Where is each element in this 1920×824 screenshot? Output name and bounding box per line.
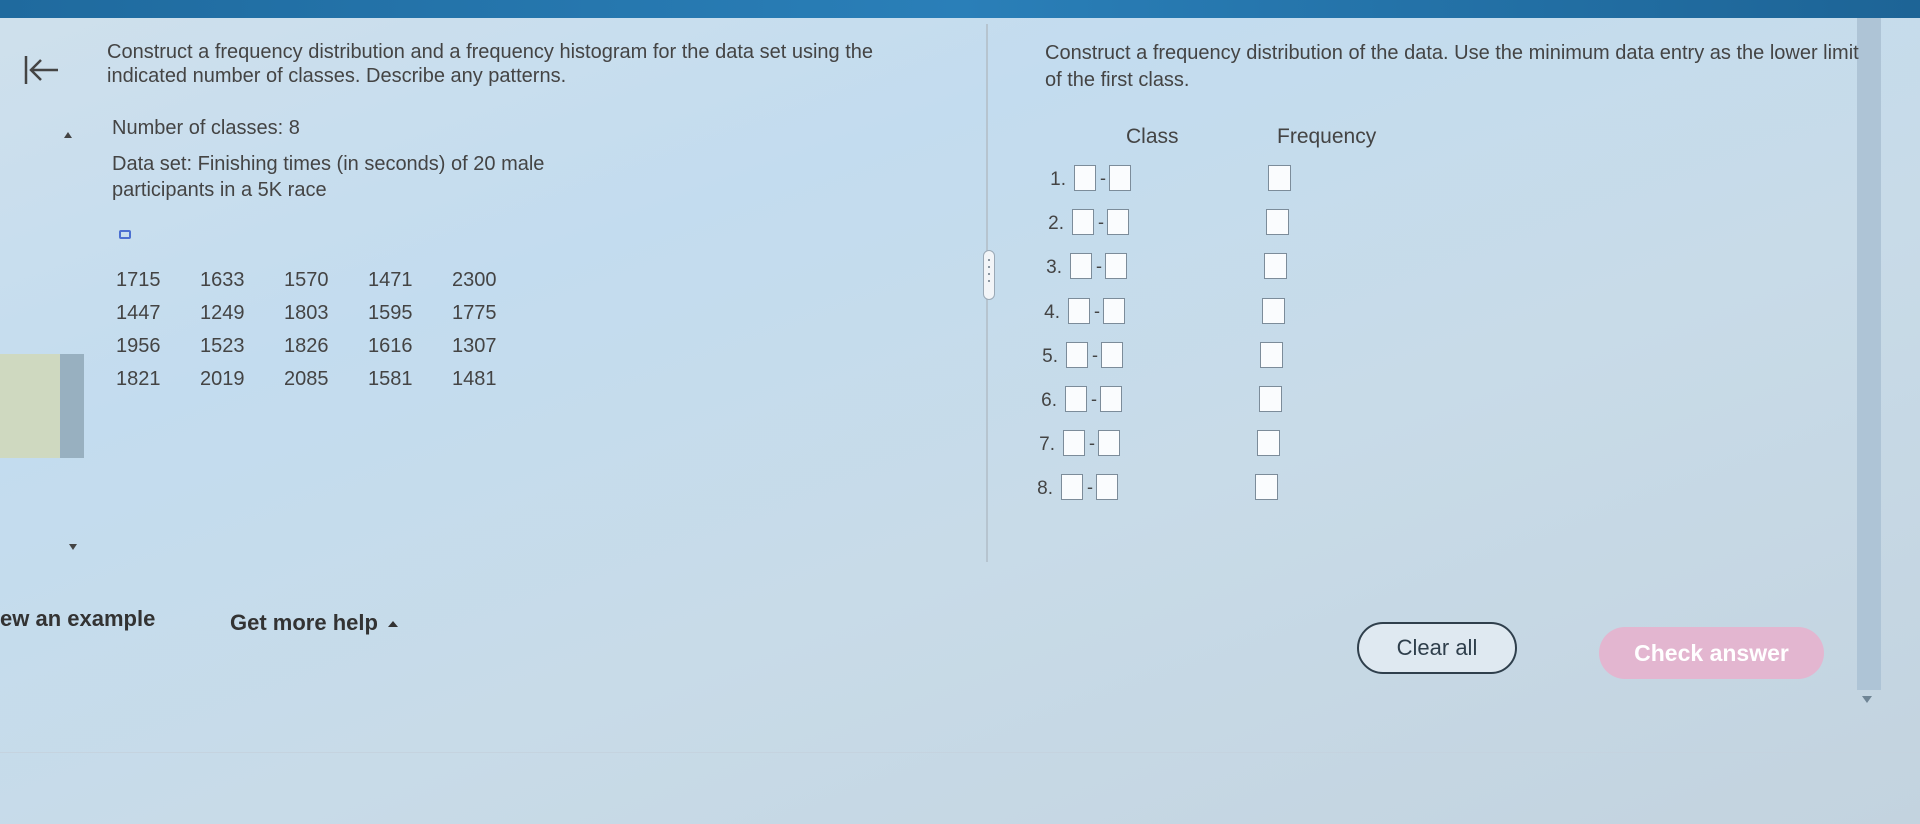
row-number: 5. (1042, 346, 1058, 367)
class-separator: - (1092, 345, 1098, 365)
get-more-help-button[interactable]: Get more help (230, 610, 398, 636)
data-cell: 1249 (200, 302, 245, 324)
table-row: 1821 2019 2085 1581 1481 (116, 363, 536, 396)
data-cell: 1447 (116, 302, 161, 324)
copy-data-icon[interactable] (119, 230, 131, 239)
data-cell: 1581 (368, 368, 413, 390)
class-separator: - (1087, 477, 1093, 497)
table-row: 1715 1633 1570 1471 2300 (116, 264, 536, 297)
data-table: 1715 1633 1570 1471 2300 1447 1249 1803 … (116, 264, 536, 396)
view-example-link[interactable]: ew an example (0, 606, 155, 632)
class-lower-limit-input[interactable] (1061, 474, 1083, 500)
data-cell: 2019 (200, 368, 245, 390)
check-answer-button[interactable]: Check answer (1599, 627, 1824, 679)
class-upper-limit-input[interactable] (1107, 209, 1129, 235)
class-separator: - (1091, 389, 1097, 409)
top-bar (0, 0, 1920, 18)
collapse-down-icon[interactable] (69, 544, 77, 550)
row-number: 3. (1046, 257, 1062, 278)
data-cell: 1826 (284, 335, 329, 357)
data-cell: 1633 (200, 269, 245, 291)
class-upper-limit-input[interactable] (1098, 430, 1120, 456)
data-cell: 1481 (452, 368, 497, 390)
collapse-up-icon[interactable] (64, 132, 72, 138)
table-row: 1956 1523 1826 1616 1307 (116, 330, 536, 363)
data-set-description: Data set: Finishing times (in seconds) o… (112, 153, 545, 201)
data-cell: 1715 (116, 269, 161, 291)
caret-up-icon (387, 621, 398, 627)
class-lower-limit-input[interactable] (1070, 253, 1092, 279)
class-upper-limit-input[interactable] (1100, 386, 1122, 412)
data-cell: 1471 (368, 269, 413, 291)
class-upper-limit-input[interactable] (1109, 165, 1131, 191)
frequency-input[interactable] (1255, 474, 1278, 500)
data-cell: 1821 (116, 368, 161, 390)
side-scroll-thumb[interactable] (60, 354, 84, 458)
clear-all-button[interactable]: Clear all (1357, 622, 1517, 674)
data-cell: 2300 (452, 269, 497, 291)
row-number: 4. (1044, 302, 1060, 323)
page-scrollbar[interactable] (1857, 18, 1881, 690)
get-more-help-label: Get more help (230, 610, 378, 635)
data-cell: 1523 (200, 335, 245, 357)
data-cell: 1956 (116, 335, 161, 357)
footer-divider (0, 752, 1920, 753)
frequency-input[interactable] (1264, 253, 1287, 279)
data-cell: 1595 (368, 302, 413, 324)
side-highlight-band (0, 354, 60, 458)
data-cell: 1307 (452, 335, 497, 357)
column-header-frequency: Frequency (1277, 125, 1377, 148)
back-to-start-icon[interactable] (22, 52, 62, 88)
class-upper-limit-input[interactable] (1105, 253, 1127, 279)
frequency-input[interactable] (1262, 298, 1285, 324)
number-of-classes: Number of classes: 8 (112, 117, 300, 139)
frequency-input[interactable] (1268, 165, 1291, 191)
row-number: 2. (1048, 213, 1064, 234)
data-cell: 1570 (284, 269, 329, 291)
data-cell: 1616 (368, 335, 413, 357)
class-lower-limit-input[interactable] (1072, 209, 1094, 235)
row-number: 6. (1041, 390, 1057, 411)
class-separator: - (1098, 212, 1104, 232)
class-upper-limit-input[interactable] (1096, 474, 1118, 500)
row-number: 1. (1050, 169, 1066, 190)
panel-splitter-handle[interactable] (983, 250, 995, 300)
row-number: 7. (1039, 434, 1055, 455)
frequency-input[interactable] (1259, 386, 1282, 412)
class-upper-limit-input[interactable] (1103, 298, 1125, 324)
frequency-input[interactable] (1266, 209, 1289, 235)
class-lower-limit-input[interactable] (1068, 298, 1090, 324)
frequency-input[interactable] (1260, 342, 1283, 368)
row-number: 8. (1037, 478, 1053, 499)
class-separator: - (1100, 168, 1106, 188)
question-prompt-left: Construct a frequency distribution and a… (107, 41, 873, 87)
class-separator: - (1094, 301, 1100, 321)
class-separator: - (1096, 256, 1102, 276)
class-lower-limit-input[interactable] (1066, 342, 1088, 368)
class-lower-limit-input[interactable] (1074, 165, 1096, 191)
column-header-class: Class (1126, 125, 1179, 148)
data-cell: 2085 (284, 368, 329, 390)
data-cell: 1775 (452, 302, 497, 324)
scroll-down-arrow-icon[interactable] (1862, 696, 1872, 703)
table-row: 1447 1249 1803 1595 1775 (116, 297, 536, 330)
class-upper-limit-input[interactable] (1101, 342, 1123, 368)
class-lower-limit-input[interactable] (1063, 430, 1085, 456)
class-lower-limit-input[interactable] (1065, 386, 1087, 412)
class-separator: - (1089, 433, 1095, 453)
question-prompt-right: Construct a frequency distribution of th… (1045, 42, 1859, 91)
frequency-input[interactable] (1257, 430, 1280, 456)
data-cell: 1803 (284, 302, 329, 324)
